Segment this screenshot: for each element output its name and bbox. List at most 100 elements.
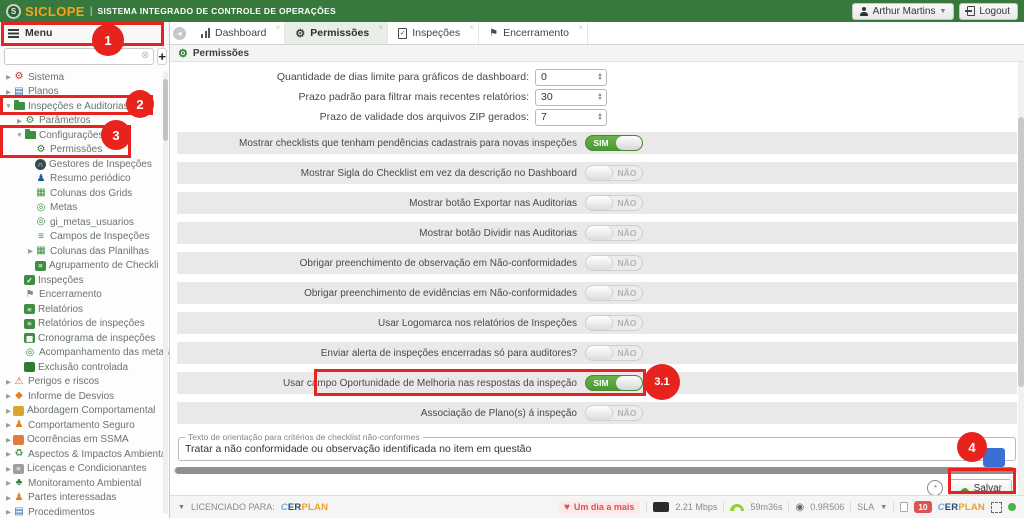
number-input-value: 0 bbox=[536, 71, 594, 83]
toggle-switch[interactable]: SIM bbox=[585, 135, 643, 151]
chevron-right-icon[interactable]: ▶ bbox=[4, 494, 13, 502]
sidebar-item-encerramento[interactable]: ⚑Encerramento bbox=[0, 288, 169, 303]
chevron-right-icon[interactable]: ▶ bbox=[4, 436, 13, 444]
sidebar-item-planos[interactable]: ▶▤Planos bbox=[0, 85, 169, 100]
toggle-switch[interactable]: NÃO bbox=[585, 165, 643, 181]
sidebar-item-relat-rios-de-inspe-es[interactable]: ≡Relatórios de inspeções bbox=[0, 317, 169, 332]
tab-permissões[interactable]: ⚙Permissões× bbox=[285, 22, 388, 44]
number-input[interactable]: 30▲▼ bbox=[535, 89, 607, 106]
sidebar-item-agrupamento-de-checkli[interactable]: ≡Agrupamento de Checkli bbox=[0, 259, 169, 274]
grid-icon: ▦ bbox=[35, 246, 47, 257]
chevron-down-icon[interactable]: ▼ bbox=[15, 132, 24, 139]
sidebar-item-acompanhamento-das-metas[interactable]: ◎Acompanhamento das metas bbox=[0, 346, 169, 361]
toggle-switch[interactable]: NÃO bbox=[585, 315, 643, 331]
toggle-switch[interactable]: NÃO bbox=[585, 405, 643, 421]
sidebar-item-exclus-o-controlada[interactable]: Exclusão controlada bbox=[0, 360, 169, 375]
tab-label: Dashboard bbox=[215, 27, 266, 39]
sidebar-item-comportamento-seguro[interactable]: ▶♟Comportamento Seguro bbox=[0, 418, 169, 433]
tab-dashboard[interactable]: Dashboard × bbox=[191, 22, 285, 44]
sidebar-item-colunas-das-planilhas[interactable]: ▶▦Colunas das Planilhas bbox=[0, 244, 169, 259]
sidebar-item-monitoramento-ambiental[interactable]: ▶♣Monitoramento Ambiental bbox=[0, 476, 169, 491]
menu-button[interactable]: Menu bbox=[0, 22, 169, 45]
chat-float-icon[interactable] bbox=[983, 448, 1005, 467]
sidebar-item-configura-es[interactable]: ▼Configurações bbox=[0, 128, 169, 143]
chevron-right-icon[interactable]: ▶ bbox=[4, 421, 13, 429]
sidebar-item-campos-de-inspe-es[interactable]: ≡Campos de Inspeções bbox=[0, 230, 169, 245]
horizontal-scrollbar[interactable] bbox=[173, 467, 1021, 474]
sidebar-item-par-metros[interactable]: ▶⚙Parâmetros bbox=[0, 114, 169, 129]
tab-inspeções[interactable]: ✓Inspeções× bbox=[388, 22, 479, 44]
close-tab-icon[interactable]: × bbox=[379, 23, 384, 32]
sidebar-item-informe-de-desvios[interactable]: ▶◆Informe de Desvios bbox=[0, 389, 169, 404]
clipboard-check-icon: ✓ bbox=[24, 275, 35, 285]
sidebar-item-metas[interactable]: ◎Metas bbox=[0, 201, 169, 216]
document-icon[interactable] bbox=[900, 502, 908, 512]
sidebar-item-abordagem-comportamental[interactable]: ▶Abordagem Comportamental bbox=[0, 404, 169, 419]
number-input[interactable]: 0▲▼ bbox=[535, 69, 607, 86]
guidance-textarea[interactable]: Tratar a não conformidade ou observação … bbox=[185, 443, 1009, 455]
chevron-right-icon[interactable]: ▶ bbox=[4, 73, 13, 81]
sidebar-item-procedimentos[interactable]: ▶▤Procedimentos bbox=[0, 505, 169, 518]
chevron-right-icon[interactable]: ▶ bbox=[4, 508, 13, 516]
sidebar-item-resumo-peri-dico[interactable]: ♟Resumo periódico bbox=[0, 172, 169, 187]
sidebar-item-cronograma-de-inspe-es[interactable]: ▦Cronograma de inspeções bbox=[0, 331, 169, 346]
toggle-switch[interactable]: SIM bbox=[585, 375, 643, 391]
scroll-tabs-left-icon[interactable]: ◂ bbox=[173, 27, 186, 40]
sidebar-item-gi-metas-usuarios[interactable]: ◎gi_metas_usuarios bbox=[0, 215, 169, 230]
collapse-statusbar-icon[interactable]: ▼ bbox=[178, 504, 185, 511]
toggle-switch[interactable]: NÃO bbox=[585, 345, 643, 361]
toggle-switch[interactable]: NÃO bbox=[585, 195, 643, 211]
toggle-switch[interactable]: NÃO bbox=[585, 225, 643, 241]
chevron-right-icon[interactable]: ▶ bbox=[4, 450, 13, 458]
toggle-value: NÃO bbox=[612, 406, 642, 420]
chevron-right-icon[interactable]: ▶ bbox=[4, 378, 13, 386]
chevron-right-icon[interactable]: ▶ bbox=[4, 479, 13, 487]
sidebar-item-colunas-dos-grids[interactable]: ▦Colunas dos Grids bbox=[0, 186, 169, 201]
user-menu-button[interactable]: Arthur Martins ▼ bbox=[852, 3, 955, 20]
close-tab-icon[interactable]: × bbox=[276, 23, 281, 32]
sidebar-item-inspe-es-e-auditorias[interactable]: ▼Inspeções e Auditorias bbox=[0, 99, 169, 114]
sidebar-item-partes-interessadas[interactable]: ▶♟Partes interessadas bbox=[0, 491, 169, 506]
number-input[interactable]: 7▲▼ bbox=[535, 109, 607, 126]
chevron-right-icon[interactable]: ▶ bbox=[4, 392, 13, 400]
sidebar-item-licen-as-e-condicionantes[interactable]: ▶≡Licenças e Condicionantes bbox=[0, 462, 169, 477]
chevron-right-icon[interactable]: ▶ bbox=[4, 465, 13, 473]
speed-value: 2.21 Mbps bbox=[675, 502, 717, 512]
add-button[interactable]: + bbox=[157, 48, 167, 65]
sla-dropdown-icon[interactable]: ▼ bbox=[880, 504, 887, 511]
spinner-icons[interactable]: ▲▼ bbox=[594, 93, 606, 102]
toggle-label: Mostrar Sigla do Checklist em vez da des… bbox=[177, 168, 577, 179]
clear-search-icon[interactable]: ⊗ bbox=[141, 51, 149, 61]
tree-search-input[interactable] bbox=[9, 51, 141, 62]
chevron-right-icon[interactable]: ▶ bbox=[4, 407, 13, 415]
save-button[interactable]: ☁ Salvar bbox=[949, 479, 1012, 495]
sidebar-item-permiss-es[interactable]: ⚙Permissões bbox=[0, 143, 169, 158]
spinner-icons[interactable]: ▲▼ bbox=[594, 113, 606, 122]
sidebar-item-inspe-es[interactable]: ✓Inspeções bbox=[0, 273, 169, 288]
chevron-right-icon[interactable]: ▶ bbox=[15, 117, 24, 125]
logout-button[interactable]: Logout bbox=[959, 3, 1018, 20]
toggle-switch[interactable]: NÃO bbox=[585, 255, 643, 271]
sidebar-item-gestores-de-inspe-es[interactable]: ∩Gestores de Inspeções bbox=[0, 157, 169, 172]
tree-scrollbar[interactable] bbox=[163, 71, 168, 514]
content-scrollbar[interactable] bbox=[1018, 62, 1024, 495]
sidebar-item-ocorr-ncias-em-ssma[interactable]: ▶Ocorrências em SSMA bbox=[0, 433, 169, 448]
tree-search-box[interactable]: ⊗ bbox=[4, 48, 154, 65]
sidebar-item-relat-rios[interactable]: ≡Relatórios bbox=[0, 302, 169, 317]
sidebar-item-perigos-e-riscos[interactable]: ▶⚠Perigos e riscos bbox=[0, 375, 169, 390]
fullscreen-icon[interactable] bbox=[991, 502, 1002, 513]
days-badge[interactable]: ♥ Um dia a mais bbox=[558, 501, 640, 514]
close-tab-icon[interactable]: × bbox=[469, 23, 474, 32]
spinner-icons[interactable]: ▲▼ bbox=[594, 73, 606, 82]
toggle-switch[interactable]: NÃO bbox=[585, 285, 643, 301]
close-tab-icon[interactable]: × bbox=[578, 23, 583, 32]
chevron-down-icon[interactable]: ▼ bbox=[4, 103, 13, 110]
history-clock-icon[interactable]: ◔ bbox=[927, 480, 943, 495]
chevron-right-icon[interactable]: ▶ bbox=[4, 88, 13, 96]
tab-encerramento[interactable]: ⚑Encerramento× bbox=[479, 22, 588, 44]
sidebar-item-sistema[interactable]: ▶⚙Sistema bbox=[0, 70, 169, 85]
notification-badge[interactable]: 10 bbox=[914, 501, 931, 513]
sidebar-item-aspectos-impactos-ambientais[interactable]: ▶♻Aspectos & Impactos Ambientais bbox=[0, 447, 169, 462]
chevron-right-icon[interactable]: ▶ bbox=[26, 247, 35, 255]
sidebar-item-label: Acompanhamento das metas bbox=[39, 347, 169, 358]
